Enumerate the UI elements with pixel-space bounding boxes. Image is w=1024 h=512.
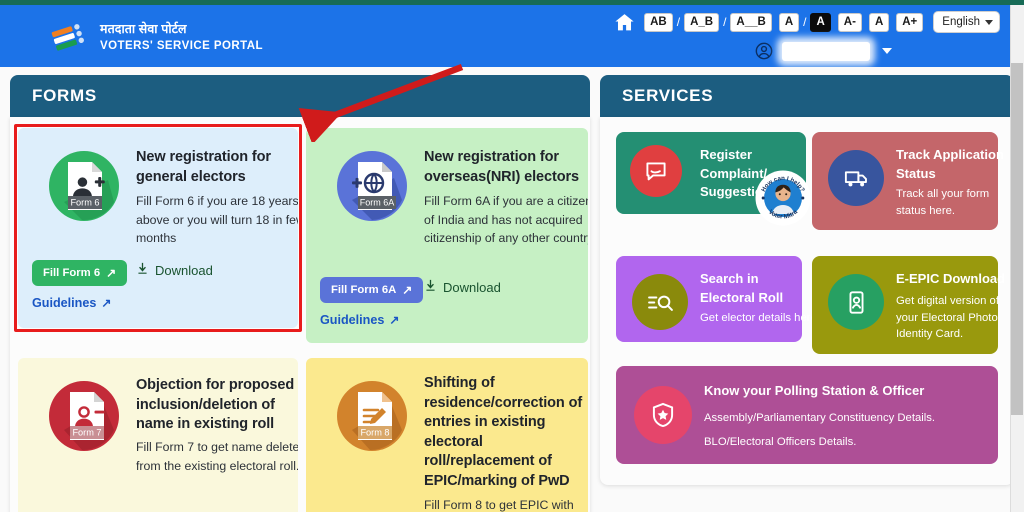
chat-bubble-icon bbox=[630, 145, 682, 197]
svg-text:Form 6: Form 6 bbox=[70, 197, 99, 207]
letter-spacing-medium-button[interactable]: A_B bbox=[684, 12, 720, 32]
font-normal-button[interactable]: A bbox=[868, 12, 890, 32]
font-decrease-button[interactable]: A- bbox=[837, 12, 862, 32]
contrast-dark-button[interactable]: A bbox=[810, 12, 831, 32]
form6-person-add-icon: Form 6 bbox=[48, 150, 120, 222]
form-card-description: Fill Form 6 if you are 18 years or above… bbox=[136, 194, 298, 245]
separator-1: / bbox=[676, 15, 681, 29]
guidelines-form6-label: Guidelines bbox=[32, 296, 97, 310]
service-card-polling-station[interactable]: Know your Polling Station & Officer Asse… bbox=[616, 366, 998, 464]
search-list-icon bbox=[632, 274, 688, 330]
service-card-title: Know your Polling Station & Officer bbox=[704, 383, 925, 398]
account-circle-icon bbox=[754, 41, 774, 61]
form-card-description: Fill Form 6A if you are a citizen of Ind… bbox=[424, 194, 588, 245]
svg-text:Form 7: Form 7 bbox=[72, 427, 101, 437]
external-link-arrow-icon: ↗ bbox=[101, 296, 112, 310]
form-card-form6[interactable]: Form 6 New registration for general elec… bbox=[18, 128, 298, 328]
id-card-download-icon bbox=[828, 274, 884, 330]
service-card-title: E-EPIC Download bbox=[896, 271, 1006, 286]
service-card-description: Assembly/Parliamentary Constituency Deta… bbox=[704, 412, 936, 424]
forms-panel-title: FORMS bbox=[10, 75, 590, 117]
fill-form6-button[interactable]: Fill Form 6 ↗ bbox=[32, 260, 128, 286]
user-account-menu[interactable] bbox=[754, 41, 892, 61]
download-icon bbox=[136, 262, 149, 278]
brand-title-hindi: मतदाता सेवा पोर्टल bbox=[100, 22, 187, 36]
separator-3: / bbox=[803, 15, 807, 29]
delivery-truck-icon bbox=[828, 150, 884, 206]
svg-text:Form 6A: Form 6A bbox=[360, 197, 395, 207]
accessibility-toolbar: AB / A_B / A__B A / A A- A A+ English bbox=[611, 9, 1000, 35]
fill-form6a-button[interactable]: Fill Form 6A ↗ bbox=[320, 277, 424, 303]
form-card-title: Objection for proposed inclusion/deletio… bbox=[136, 377, 295, 432]
guidelines-form6a-link[interactable]: Guidelines ↗ bbox=[320, 313, 399, 327]
form-card-title: Shifting of residence/correction of entr… bbox=[424, 375, 583, 489]
form-card-form8[interactable]: Form 8 Shifting of residence/correction … bbox=[306, 358, 588, 512]
service-card-epic-download[interactable]: E-EPIC Download Get digital version of y… bbox=[812, 256, 1005, 354]
service-card-description-2: BLO/Electoral Officers Details. bbox=[704, 436, 857, 448]
scrollbar-thumb[interactable] bbox=[1011, 63, 1023, 415]
service-card-track-application[interactable]: Track Application Status Track all your … bbox=[812, 132, 1004, 230]
form6a-globe-add-icon: Form 6A bbox=[336, 150, 408, 222]
service-card-description: Track all your form status here. bbox=[896, 188, 990, 217]
font-increase-button[interactable]: A+ bbox=[896, 12, 924, 32]
download-form6-label: Download bbox=[155, 262, 213, 278]
form-card-form7[interactable]: Form 7 Objection for proposed inclusion/… bbox=[18, 358, 298, 512]
form-card-description: Fill Form 7 to get name deleted from the… bbox=[136, 440, 298, 473]
service-card-search-electoral-roll[interactable]: Search in Electoral Roll Get elector det… bbox=[616, 256, 820, 342]
brand-title: मतदाता सेवा पोर्टल VOTERS' SERVICE PORTA… bbox=[100, 22, 263, 54]
forms-panel: FORMS bbox=[10, 75, 590, 117]
chevron-down-icon bbox=[882, 48, 892, 54]
form-card-title: New registration for overseas(NRI) elect… bbox=[424, 149, 579, 185]
services-panel: SERVICES bbox=[600, 75, 1014, 117]
svg-text:Form 8: Form 8 bbox=[360, 427, 389, 437]
letter-spacing-wide-button[interactable]: A__B bbox=[730, 12, 772, 32]
service-card-title: Search in Electoral Roll bbox=[700, 271, 784, 305]
external-link-arrow-icon: ↗ bbox=[402, 283, 413, 297]
separator-2: / bbox=[723, 15, 727, 29]
download-form6-link[interactable]: Download bbox=[136, 262, 213, 278]
guidelines-form6-link[interactable]: Guidelines ↗ bbox=[32, 296, 111, 310]
language-selector[interactable]: English bbox=[933, 11, 1000, 33]
letter-spacing-normal-button[interactable]: AB bbox=[644, 12, 673, 32]
download-form6a-link[interactable]: Download bbox=[424, 279, 501, 295]
form8-edit-document-icon: Form 8 bbox=[336, 380, 408, 452]
form-card-form6a[interactable]: Form 6A New registration for overseas(NR… bbox=[306, 128, 588, 343]
eci-evm-logo-icon[interactable] bbox=[50, 18, 90, 58]
external-link-arrow-icon: ↗ bbox=[106, 266, 117, 280]
download-icon bbox=[424, 279, 437, 295]
voter-mitra-avatar-icon[interactable]: How can I help? Voter Mitra bbox=[755, 170, 811, 226]
shield-star-icon bbox=[634, 386, 692, 444]
download-form6a-label: Download bbox=[443, 279, 501, 295]
form-card-description: Fill Form 8 to get EPIC with bbox=[424, 498, 574, 512]
home-icon[interactable] bbox=[611, 9, 637, 35]
user-name-redacted bbox=[782, 41, 870, 61]
service-card-title: Track Application Status bbox=[896, 147, 1004, 181]
fill-form6-label: Fill Form 6 bbox=[43, 267, 101, 279]
service-card-description: Get digital version of your Electoral Ph… bbox=[896, 295, 999, 340]
guidelines-form6a-label: Guidelines bbox=[320, 313, 385, 327]
services-panel-title: SERVICES bbox=[600, 75, 1014, 117]
site-header: मतदाता सेवा पोर्टल VOTERS' SERVICE PORTA… bbox=[0, 5, 1010, 67]
language-selected-label: English bbox=[942, 16, 980, 28]
chevron-down-icon bbox=[985, 19, 993, 25]
page-scrollbar[interactable] bbox=[1010, 5, 1024, 512]
page-root: मतदाता सेवा पोर्टल VOTERS' SERVICE PORTA… bbox=[0, 0, 1024, 512]
form-card-title: New registration for general electors bbox=[136, 149, 271, 185]
form7-person-remove-icon: Form 7 bbox=[48, 380, 120, 452]
brand-title-english: VOTERS' SERVICE PORTAL bbox=[100, 40, 264, 52]
service-card-description: Get elector details here. bbox=[700, 312, 820, 324]
external-link-arrow-icon: ↗ bbox=[389, 313, 400, 327]
fill-form6a-label: Fill Form 6A bbox=[331, 284, 397, 296]
contrast-light-button[interactable]: A bbox=[778, 12, 800, 32]
